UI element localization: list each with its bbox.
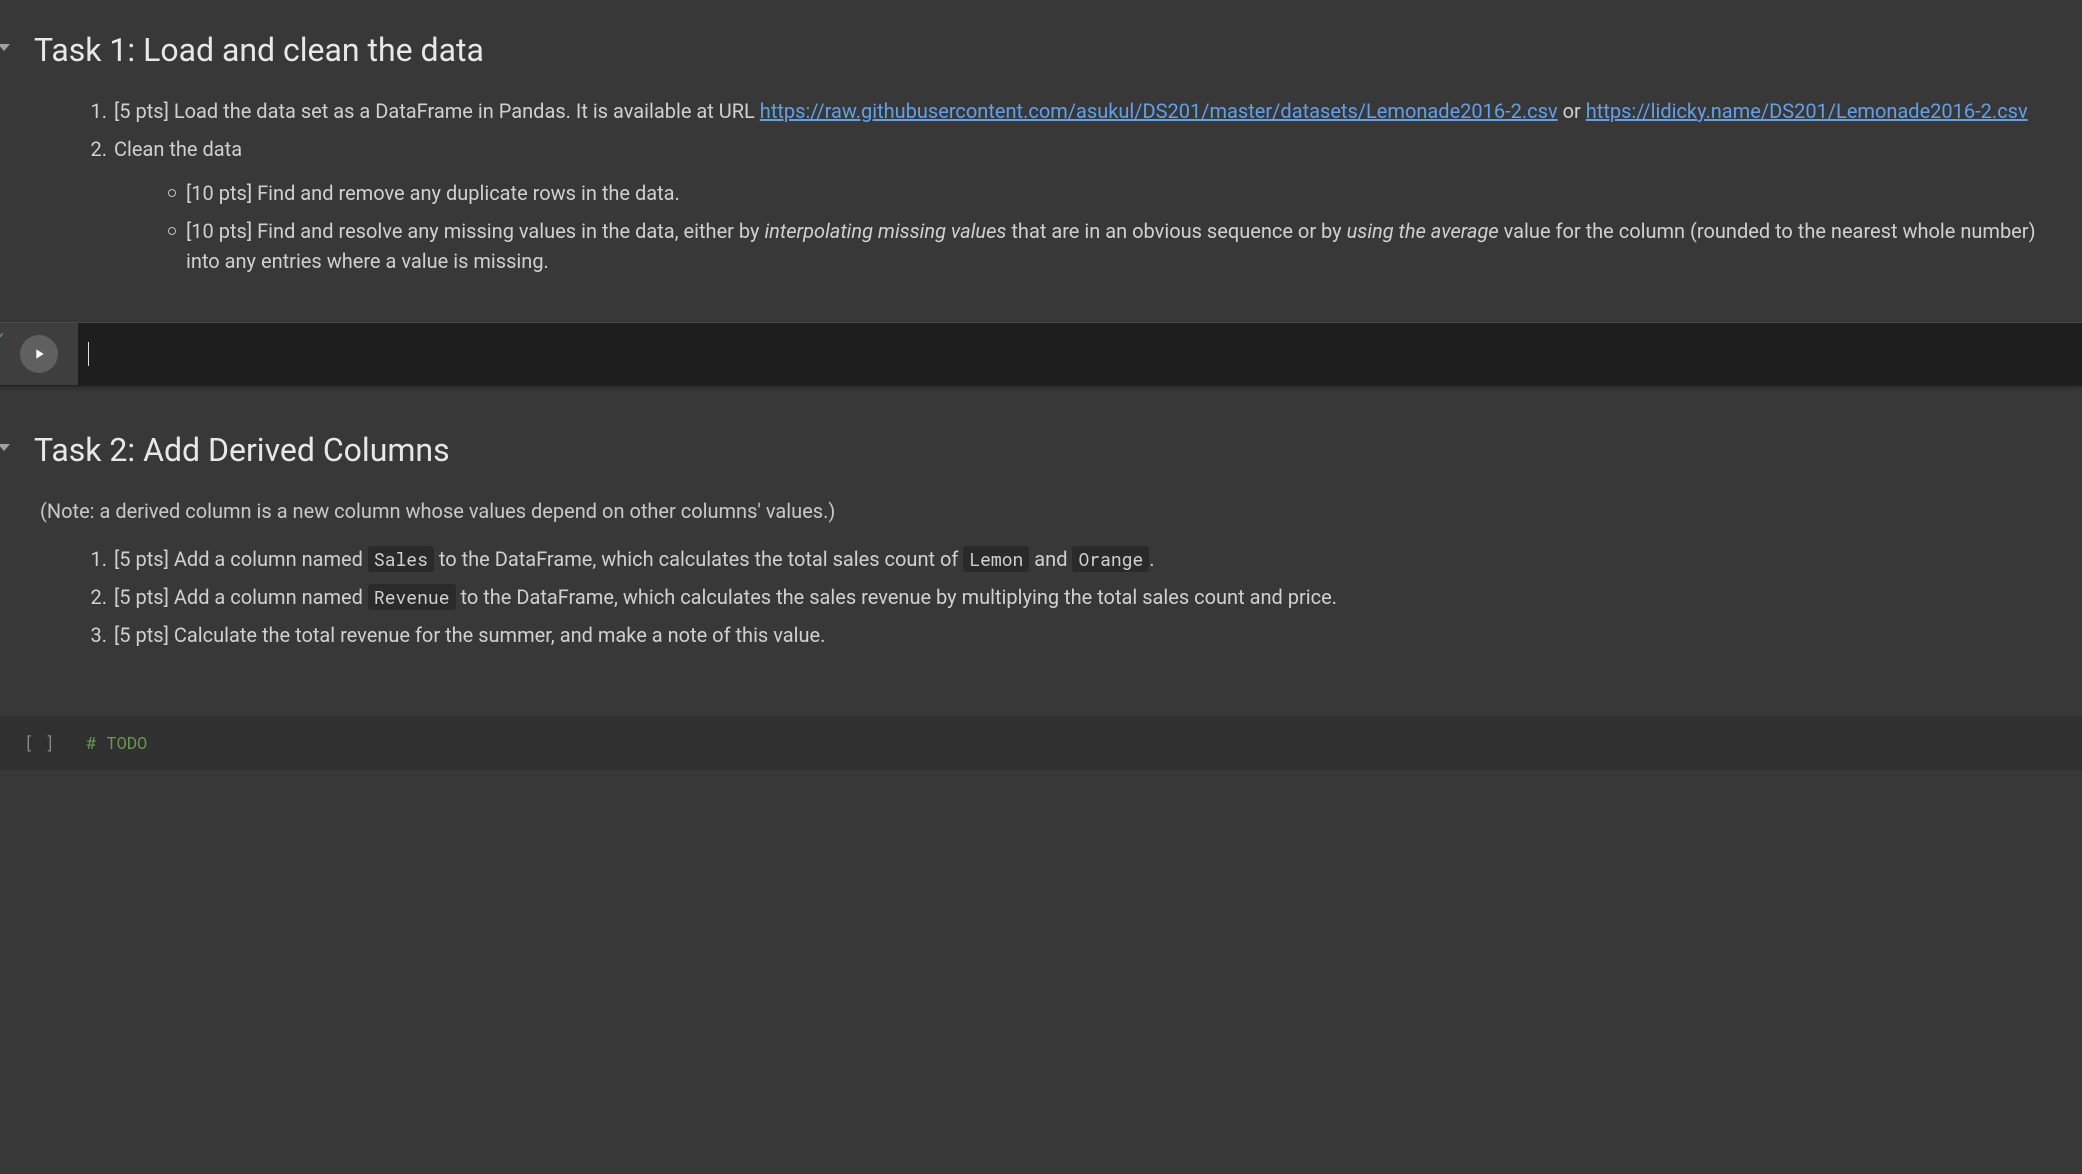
task2-note: (Note: a derived column is a new column … [40,496,2054,526]
task1-sublist: [10 pts] Find and remove any duplicate r… [168,178,2054,276]
execution-status-icon: ✓ s [0,331,6,356]
code-content: # TODO [86,730,147,756]
code-editor[interactable] [78,323,2082,385]
run-button-gutter [0,323,78,385]
code-cell-active[interactable]: ✓ s [0,322,2082,386]
text: [5 pts] Add a column named [114,585,368,609]
code-inline: Sales [368,546,434,572]
list-item: [10 pts] Find and resolve any missing va… [168,216,2054,276]
task2-list: [5 pts] Add a column named Sales to the … [84,544,2054,650]
collapse-caret-icon[interactable] [0,44,10,51]
text: [10 pts] Find and resolve any missing va… [186,219,764,243]
code-inline: Orange [1072,546,1149,572]
dataset-link-1[interactable]: https://raw.githubusercontent.com/asukul… [760,99,1558,123]
list-item: [10 pts] Find and remove any duplicate r… [168,178,2054,208]
list-item: [5 pts] Add a column named Revenue to th… [112,582,2054,612]
dataset-link-2[interactable]: https://lidicky.name/DS201/Lemonade2016-… [1586,99,2028,123]
text: . [1149,547,1154,571]
task2-heading: Task 2: Add Derived Columns [34,426,2054,474]
task1-list: [5 pts] Load the data set as a DataFrame… [84,96,2054,276]
play-icon [31,346,47,362]
markdown-cell-task2: Task 2: Add Derived Columns (Note: a der… [0,426,2082,686]
emphasis: interpolating missing values [764,219,1006,243]
text: or [1563,99,1586,123]
emphasis: using the average [1347,219,1499,243]
text: that are in an obvious sequence or by [1006,219,1346,243]
list-item: [5 pts] Add a column named Sales to the … [112,544,2054,574]
execution-count-prompt: [ ] [24,730,86,756]
run-cell-button[interactable] [20,335,58,373]
code-inline: Revenue [368,584,456,610]
text: Clean the data [114,137,242,161]
text: to the DataFrame, which calculates the s… [456,585,1337,609]
text: [5 pts] Add a column named [114,547,368,571]
text: to the DataFrame, which calculates the t… [434,547,963,571]
task1-heading: Task 1: Load and clean the data [34,26,2054,74]
text: [5 pts] Calculate the total revenue for … [114,623,825,647]
list-item: [5 pts] Load the data set as a DataFrame… [112,96,2054,126]
text-cursor [88,342,89,366]
code-cell-idle[interactable]: [ ] # TODO [0,716,2082,770]
list-item: Clean the data [10 pts] Find and remove … [112,134,2054,276]
markdown-cell-task1: Task 1: Load and clean the data [5 pts] … [0,26,2082,312]
text: [5 pts] Load the data set as a DataFrame… [114,99,760,123]
text: and [1029,547,1072,571]
text: [10 pts] Find and remove any duplicate r… [186,181,680,205]
code-inline: Lemon [963,546,1029,572]
list-item: [5 pts] Calculate the total revenue for … [112,620,2054,650]
checkmark-icon: ✓ [0,330,6,346]
seconds-label: s [0,347,6,356]
collapse-caret-icon[interactable] [0,444,10,451]
